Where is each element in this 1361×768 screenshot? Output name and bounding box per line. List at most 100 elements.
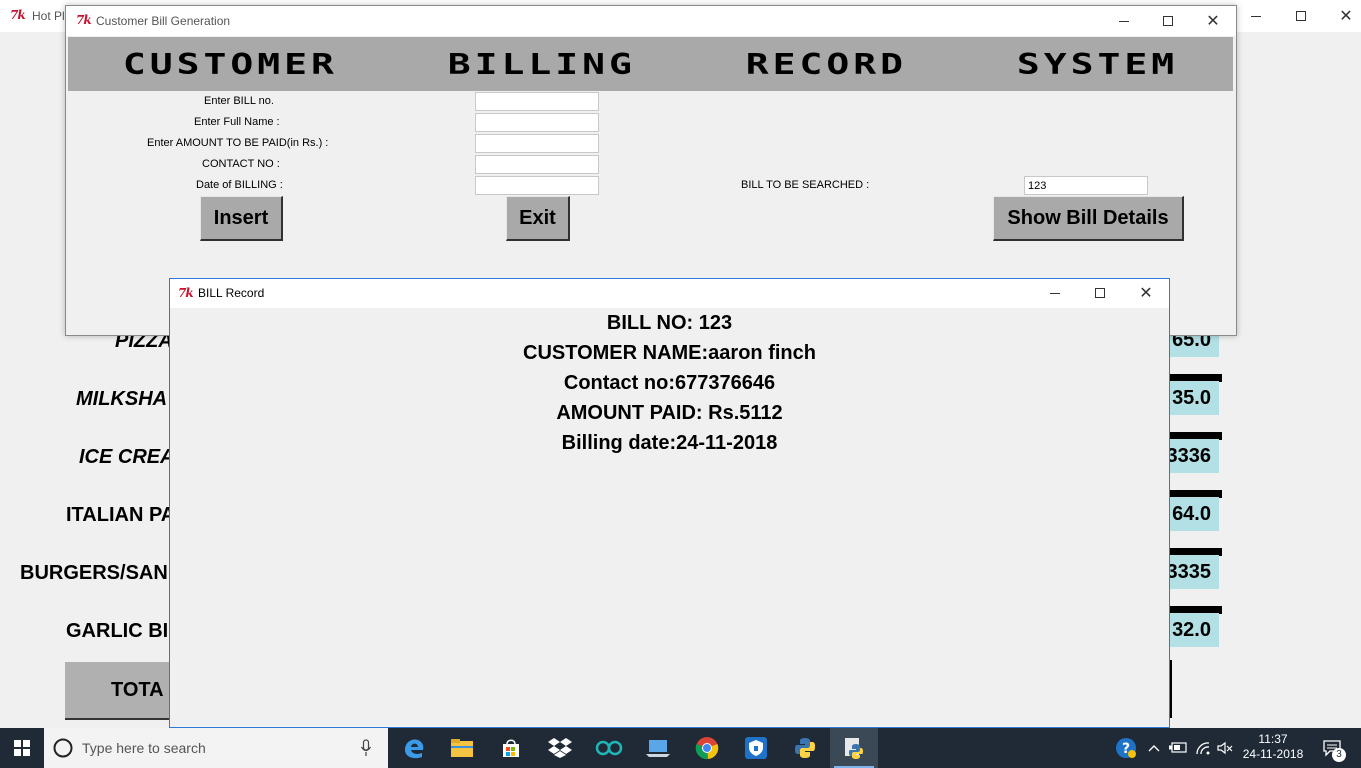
bill-no-input[interactable]	[475, 92, 599, 111]
file-explorer-icon	[451, 739, 473, 757]
maximize-button[interactable]	[1077, 279, 1123, 307]
taskbar-search-box[interactable]: Type here to search	[44, 728, 388, 768]
python-icon	[795, 738, 815, 758]
maximize-icon	[1163, 16, 1173, 26]
banner-word: RECORD	[745, 47, 907, 81]
show-bill-details-button[interactable]: Show Bill Details	[993, 196, 1184, 241]
action-center-button[interactable]: 3	[1312, 728, 1352, 768]
tk-feather-icon: 7k	[76, 13, 92, 27]
billing-date-input[interactable]	[475, 176, 599, 195]
bill-number-text: BILL NO: 123	[606, 312, 733, 334]
insert-button[interactable]: Insert	[200, 196, 283, 241]
background-window-title: Hot Pl	[32, 9, 65, 23]
python-idle-button[interactable]	[830, 728, 878, 768]
battery-tray-button[interactable]	[1166, 728, 1190, 768]
contact-text: Contact no:677376646	[563, 372, 776, 394]
minimize-icon	[1119, 20, 1129, 22]
bill-search-input[interactable]	[1024, 176, 1148, 195]
chrome-button[interactable]	[683, 728, 731, 768]
edge-icon	[405, 739, 424, 759]
customer-name-text: CUSTOMER NAME:aaron finch	[523, 342, 816, 364]
maximize-button[interactable]	[1145, 6, 1191, 36]
dropbox-icon	[548, 738, 572, 758]
close-button[interactable]: ✕	[1323, 1, 1361, 31]
maximize-icon	[1296, 11, 1306, 21]
help-tray-button[interactable]: ?	[1112, 728, 1140, 768]
laptop-button[interactable]	[634, 728, 682, 768]
minimize-button[interactable]	[1101, 6, 1147, 36]
bill-window-titlebar[interactable]: 7k BILL Record ✕	[170, 279, 1169, 308]
contact-label: CONTACT NO :	[202, 158, 280, 170]
full-name-label: Enter Full Name :	[194, 116, 280, 128]
vpn-shield-icon	[745, 737, 767, 759]
search-placeholder: Type here to search	[82, 740, 206, 756]
bill-record-window: 7k BILL Record ✕ BILL NO: 123 CUSTOMER N…	[169, 278, 1170, 728]
clock-time: 11:37	[1258, 732, 1288, 746]
edge-button[interactable]	[390, 728, 438, 768]
banner-word: BILLING	[447, 47, 636, 81]
volume-tray-button[interactable]	[1214, 728, 1236, 768]
maximize-icon	[1095, 288, 1105, 298]
billing-date-text: Billing date:24-11-2018	[561, 432, 778, 454]
windows-start-icon	[14, 740, 30, 756]
show-hidden-icons-button[interactable]	[1144, 728, 1164, 768]
microphone-icon[interactable]	[360, 739, 372, 757]
python-idle-icon	[845, 738, 863, 759]
clock-date: 24-11-2018	[1242, 747, 1304, 761]
bill-search-label: BILL TO BE SEARCHED :	[741, 179, 870, 191]
chrome-icon	[695, 737, 719, 760]
chevron-up-icon	[1148, 745, 1160, 752]
minimize-icon	[1251, 15, 1261, 17]
main-window-title: Customer Bill Generation	[96, 14, 231, 28]
menu-item-label: GARLIC BI	[66, 620, 169, 642]
menu-item-label: ITALIAN PA	[66, 504, 176, 526]
wifi-tray-button[interactable]	[1192, 728, 1214, 768]
amount-paid-text: AMOUNT PAID: Rs.5112	[556, 402, 783, 424]
close-button[interactable]: ✕	[1190, 6, 1236, 36]
arduino-button[interactable]	[585, 728, 633, 768]
amount-label: Enter AMOUNT TO BE PAID(in Rs.) :	[147, 137, 329, 149]
full-name-input[interactable]	[475, 113, 599, 132]
taskbar: Type here to search ? 11:37 24-11-2018 3	[0, 728, 1361, 768]
minimize-button[interactable]	[1233, 1, 1279, 31]
close-icon: ✕	[1339, 6, 1353, 25]
bill-window-title: BILL Record	[198, 286, 265, 300]
menu-item-label: MILKSHA	[76, 388, 168, 410]
main-window-titlebar[interactable]: 7k Customer Bill Generation ✕	[66, 6, 1236, 36]
dropbox-button[interactable]	[536, 728, 584, 768]
laptop-icon	[646, 740, 670, 757]
close-icon: ✕	[1139, 283, 1153, 302]
taskbar-clock[interactable]: 11:37 24-11-2018	[1236, 728, 1310, 768]
tk-feather-icon: 7k	[10, 8, 26, 22]
close-button[interactable]: ✕	[1123, 279, 1169, 307]
help-icon: ?	[1116, 738, 1136, 758]
cortana-circle-icon	[53, 738, 73, 758]
tk-feather-icon: 7k	[178, 286, 194, 300]
store-icon	[503, 739, 519, 757]
wifi-icon	[1196, 742, 1210, 755]
total-button-label: TOTA	[111, 678, 164, 701]
arduino-icon	[595, 740, 623, 756]
store-button[interactable]	[487, 728, 535, 768]
system-banner: CUSTOMER BILLING RECORD SYSTEM	[68, 37, 1233, 91]
minimize-icon	[1050, 292, 1060, 294]
python-button[interactable]	[781, 728, 829, 768]
maximize-button[interactable]	[1278, 1, 1324, 31]
file-explorer-button[interactable]	[438, 728, 486, 768]
menu-item-label: ICE CREA	[79, 446, 175, 468]
menu-item-label: BURGERS/SAN	[20, 562, 168, 584]
notification-count-badge: 3	[1332, 748, 1346, 762]
banner-word: SYSTEM	[1016, 47, 1179, 81]
volume-muted-icon	[1217, 741, 1233, 755]
total-button[interactable]: TOTA	[65, 662, 180, 720]
vpn-button[interactable]	[732, 728, 780, 768]
exit-button[interactable]: Exit	[506, 196, 570, 241]
minimize-button[interactable]	[1032, 279, 1078, 307]
close-icon: ✕	[1206, 11, 1220, 30]
battery-icon	[1169, 742, 1187, 753]
contact-input[interactable]	[475, 155, 599, 174]
bill-no-label: Enter BILL no.	[204, 95, 274, 107]
amount-input[interactable]	[475, 134, 599, 153]
start-button[interactable]	[0, 728, 44, 768]
billing-date-label: Date of BILLING :	[196, 179, 283, 191]
